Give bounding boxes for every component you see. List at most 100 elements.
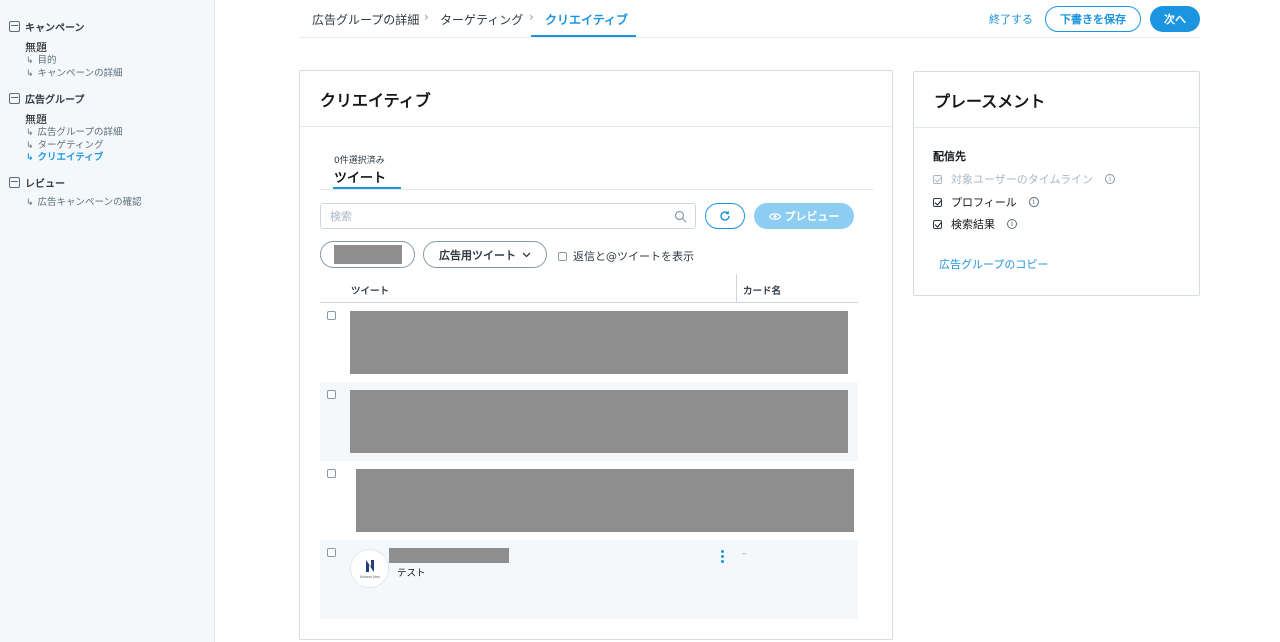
tweet-type-dropdown[interactable]: 広告用ツイート bbox=[423, 241, 547, 268]
table-row[interactable]: Kintone Jitek テスト – bbox=[320, 540, 858, 619]
column-header-card-name: カード名 bbox=[743, 286, 782, 297]
tweet-type-dropdown-label: 広告用ツイート bbox=[439, 248, 516, 262]
info-icon[interactable]: i bbox=[1105, 174, 1116, 184]
subitem-arrow-icon: ↳ bbox=[26, 140, 34, 151]
refresh-button[interactable] bbox=[705, 203, 745, 229]
table-row[interactable] bbox=[320, 461, 858, 540]
redacted-block bbox=[333, 245, 402, 264]
row-checkbox[interactable] bbox=[327, 311, 336, 320]
table-header: ツイート カード名 bbox=[320, 274, 858, 303]
subitem-arrow-icon: ↳ bbox=[26, 197, 34, 208]
sidebar-item-label: キャンペーンの詳細 bbox=[37, 67, 123, 79]
placement-option-timeline: 対象ユーザーのタイムライン i bbox=[933, 171, 1116, 187]
checkbox-icon[interactable] bbox=[558, 251, 567, 261]
placement-option-profile[interactable]: プロフィール i bbox=[933, 194, 1039, 210]
row-checkbox[interactable] bbox=[327, 469, 336, 478]
row-checkbox[interactable] bbox=[327, 548, 336, 557]
save-draft-button[interactable]: 下書きを保存 bbox=[1045, 6, 1141, 32]
checkbox-checked-icon[interactable] bbox=[933, 197, 942, 207]
top-bar: 広告グループの詳細 › ターゲティング › クリエイティブ 終了する 下書きを保… bbox=[299, 0, 1200, 38]
checkbox-checked-icon bbox=[933, 174, 942, 184]
sidebar-item-creative[interactable]: ↳ クリエイティブ bbox=[0, 152, 214, 165]
sidebar-item-label: 目的 bbox=[37, 55, 57, 66]
table-icon bbox=[9, 92, 20, 104]
sidebar-item-targeting[interactable]: ↳ ターゲティング bbox=[0, 140, 214, 153]
redacted-tweet bbox=[350, 390, 848, 453]
breadcrumb-separator-icon: › bbox=[424, 10, 429, 24]
sidebar-section-ad-group[interactable]: 広告グループ bbox=[0, 86, 214, 110]
row-checkbox[interactable] bbox=[327, 390, 336, 399]
redacted-tweet bbox=[350, 311, 848, 374]
show-replies-checkbox[interactable]: 返信と@ツイートを表示 bbox=[558, 248, 694, 264]
sidebar-campaign-name[interactable]: 無題 bbox=[0, 40, 214, 55]
sidebar-item-label: ターゲティング bbox=[37, 139, 104, 151]
table-row[interactable] bbox=[320, 382, 858, 461]
info-icon[interactable]: i bbox=[1007, 219, 1017, 229]
sidebar-item-label: 広告キャンペーンの確認 bbox=[37, 196, 142, 208]
sidebar-item-label: 広告グループの詳細 bbox=[37, 127, 123, 138]
breadcrumb-targeting[interactable]: ターゲティング bbox=[440, 11, 523, 28]
placement-option-label: 検索結果 bbox=[951, 218, 995, 231]
refresh-icon bbox=[720, 211, 730, 221]
sidebar-section-campaign[interactable]: キャンペーン bbox=[0, 14, 214, 38]
tab-active-indicator bbox=[333, 187, 401, 189]
subitem-arrow-icon: ↳ bbox=[26, 68, 34, 79]
placement-panel-title: プレースメント bbox=[914, 72, 1199, 128]
sidebar-section-title: 広告グループ bbox=[25, 94, 85, 106]
placement-option-label: プロフィール bbox=[951, 196, 1017, 209]
breadcrumb-active-indicator bbox=[531, 35, 636, 37]
preview-button-label: プレビュー bbox=[784, 210, 840, 223]
account-filter-pill[interactable] bbox=[320, 241, 415, 268]
finish-button[interactable]: 終了する bbox=[989, 11, 1033, 27]
placement-panel: プレースメント 配信先 対象ユーザーのタイムライン i プロフィール i 検索結… bbox=[913, 71, 1200, 296]
breadcrumb-creative[interactable]: クリエイティブ bbox=[545, 11, 628, 28]
sidebar-section-review[interactable]: レビュー bbox=[0, 171, 214, 195]
breadcrumb-separator-icon: › bbox=[529, 10, 534, 24]
card-name-value: – bbox=[742, 549, 747, 559]
chevron-down-icon bbox=[522, 252, 531, 257]
creative-panel-title: クリエイティブ bbox=[300, 71, 892, 127]
checkbox-checked-icon[interactable] bbox=[933, 219, 942, 229]
next-button[interactable]: 次へ bbox=[1150, 6, 1200, 32]
table-icon bbox=[9, 177, 20, 188]
show-replies-label: 返信と@ツイートを表示 bbox=[573, 250, 694, 263]
sidebar-item-ad-group-details[interactable]: ↳ 広告グループの詳細 bbox=[0, 127, 214, 140]
sidebar-section-title: キャンペーン bbox=[25, 22, 85, 34]
sidebar-item-label: クリエイティブ bbox=[37, 152, 104, 163]
subitem-arrow-icon: ↳ bbox=[26, 56, 34, 66]
search-icon[interactable] bbox=[674, 210, 687, 223]
tab-tweets[interactable]: ツイート bbox=[334, 167, 386, 186]
avatar-logo: Kintone Jitek bbox=[359, 559, 380, 579]
preview-button[interactable]: プレビュー bbox=[754, 203, 854, 229]
breadcrumb-ad-group-details[interactable]: 広告グループの詳細 bbox=[312, 11, 419, 28]
subitem-arrow-icon: ↳ bbox=[26, 153, 34, 163]
subitem-arrow-icon: ↳ bbox=[26, 128, 34, 138]
tweets-table: ツイート カード名 Kintone Jitek テスト – bbox=[320, 274, 858, 619]
table-row[interactable] bbox=[320, 303, 858, 382]
search-box[interactable] bbox=[320, 203, 696, 229]
tab-divider bbox=[320, 189, 874, 190]
search-input[interactable] bbox=[330, 209, 660, 223]
eye-icon bbox=[768, 212, 781, 220]
copy-ad-group-link[interactable]: 広告グループのコピー bbox=[939, 256, 1048, 272]
sidebar-ad-group-name[interactable]: 無題 bbox=[0, 112, 214, 127]
tweet-text: テスト bbox=[397, 568, 426, 579]
placement-option-search[interactable]: 検索結果 i bbox=[933, 216, 1017, 232]
sidebar: キャンペーン 無題 ↳ 目的 ↳ キャンペーンの詳細 広告グループ 無題 ↳ 広告グル… bbox=[0, 0, 215, 642]
redacted-account-name bbox=[389, 548, 509, 563]
avatar-logo-text: Kintone Jitek bbox=[359, 575, 379, 579]
table-icon bbox=[9, 20, 20, 32]
more-options-icon[interactable] bbox=[721, 550, 725, 563]
avatar: Kintone Jitek bbox=[350, 549, 389, 588]
info-icon[interactable]: i bbox=[1028, 197, 1039, 207]
placement-option-label: 対象ユーザーのタイムライン bbox=[951, 173, 1094, 186]
sidebar-item-campaign-review[interactable]: ↳ 広告キャンペーンの確認 bbox=[0, 197, 214, 210]
placement-label: 配信先 bbox=[933, 150, 966, 163]
column-header-tweet: ツイート bbox=[351, 286, 390, 297]
creative-panel: クリエイティブ 0件選択済み ツイート プレビュー 広告用ツイート 返信と@ツイ… bbox=[299, 70, 893, 640]
column-divider bbox=[736, 274, 737, 303]
sidebar-section-title: レビュー bbox=[25, 179, 65, 190]
sidebar-item-objective[interactable]: ↳ 目的 bbox=[0, 55, 214, 68]
sidebar-item-campaign-details[interactable]: ↳ キャンペーンの詳細 bbox=[0, 68, 214, 81]
selected-count: 0件選択済み bbox=[334, 156, 385, 166]
